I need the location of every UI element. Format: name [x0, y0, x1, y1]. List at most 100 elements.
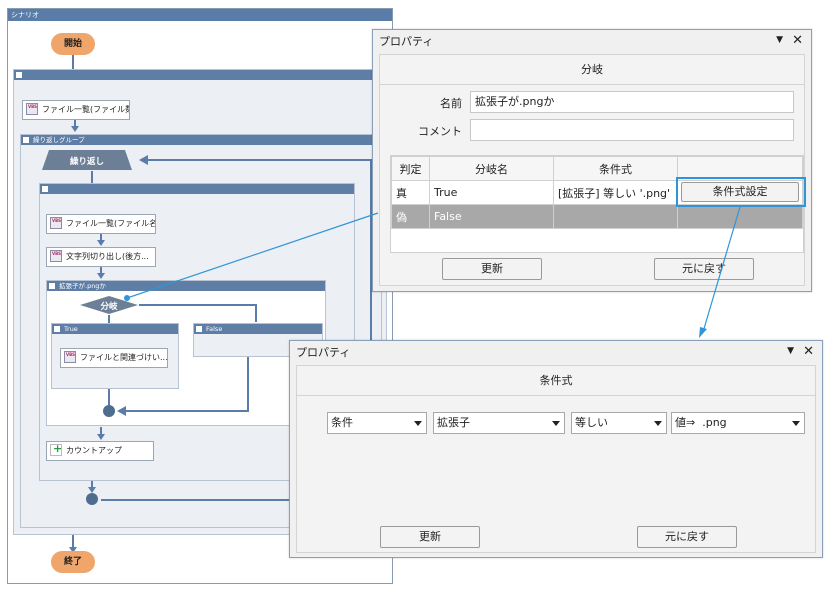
update-button[interactable]: 更新	[442, 258, 542, 280]
window-body: 条件式 条件 拡張子 等しい 値⇒ .png 更新 元に戻す	[296, 365, 816, 553]
connector	[108, 315, 110, 323]
branch-node[interactable]: 分岐	[79, 295, 139, 315]
connector	[91, 171, 93, 183]
cell-action	[677, 204, 803, 229]
collapse-checkbox[interactable]	[196, 326, 202, 332]
action-label: カウントアップ	[66, 446, 122, 455]
condition-settings-button[interactable]: 条件式設定	[681, 182, 799, 202]
arrow-left-icon	[139, 155, 148, 165]
name-input[interactable]: 拡張子が.pngか	[470, 91, 794, 113]
cell-cond: [拡張子] 等しい '.png'	[553, 180, 678, 205]
vbs-icon: VBS	[50, 249, 62, 262]
value-prefix: 値⇒	[675, 416, 696, 429]
arrow-head-icon	[699, 327, 707, 338]
revert-button[interactable]: 元に戻す	[637, 526, 737, 548]
col-name[interactable]: 分岐名	[429, 156, 554, 181]
false-branch-header: False	[194, 324, 322, 334]
loop-back-line	[147, 159, 371, 161]
col-cond[interactable]: 条件式	[553, 156, 678, 181]
panel-title: 分岐	[380, 55, 804, 85]
branch-group-label: 拡張子が.pngか	[59, 282, 106, 290]
merge-point	[103, 405, 115, 417]
collapse-checkbox[interactable]	[16, 72, 22, 78]
action-file-list-name[interactable]: VBS ファイル一覧(ファイル名...	[46, 214, 156, 234]
vbs-icon: VBS	[50, 216, 62, 229]
loop-group-header: 繰り返しグループ	[21, 135, 381, 145]
collapse-checkbox[interactable]	[49, 283, 55, 289]
col-judge[interactable]: 判定	[391, 156, 430, 181]
collapse-checkbox[interactable]	[54, 326, 60, 332]
arrow-down	[97, 240, 105, 246]
outer-group-header	[14, 70, 386, 80]
loop-node[interactable]: 繰り返し	[41, 149, 133, 171]
end-node[interactable]: 終了	[51, 551, 95, 573]
true-branch[interactable]: True VBS ファイルと関連づけい...	[51, 323, 179, 389]
revert-button[interactable]: 元に戻す	[654, 258, 754, 280]
action-substring[interactable]: VBS 文字列切り出し(後方...	[46, 247, 156, 267]
plus-icon: +	[50, 443, 62, 456]
panel-title: 条件式	[297, 366, 815, 396]
chevron-down-icon	[414, 421, 422, 426]
collapse-checkbox[interactable]	[42, 186, 48, 192]
window-body: 分岐 名前 拡張子が.pngか コメント 判定 分岐名 条件式 真 True […	[379, 54, 806, 286]
branch-line	[255, 304, 257, 322]
operator-select[interactable]: 等しい	[571, 412, 667, 434]
action-label: ファイルと関連づけい...	[80, 353, 168, 362]
scenario-title: シナリオ	[8, 9, 392, 21]
window-title: プロパティ	[373, 30, 811, 54]
chevron-down-icon	[792, 421, 800, 426]
loop-end-point	[86, 493, 98, 505]
condition-type-select[interactable]: 条件	[327, 412, 427, 434]
arrow-down	[97, 273, 105, 279]
variable-select[interactable]: 拡張子	[433, 412, 565, 434]
dropdown-icon[interactable]: ▼	[787, 346, 794, 356]
action-file-list-count[interactable]: VBS ファイル一覧(ファイル数...	[22, 100, 130, 120]
close-icon[interactable]: ✕	[803, 344, 814, 359]
arrow-left-icon	[117, 406, 126, 416]
update-button[interactable]: 更新	[380, 526, 480, 548]
select-value: .png	[702, 416, 727, 429]
branch-label: 分岐	[100, 301, 118, 312]
chevron-down-icon	[654, 421, 662, 426]
true-label: True	[64, 325, 78, 333]
cell-name: True	[429, 180, 554, 205]
cell-name: False	[429, 204, 554, 229]
window-title: プロパティ	[290, 341, 822, 365]
true-branch-header: True	[52, 324, 178, 334]
action-label: ファイル一覧(ファイル名...	[66, 219, 156, 228]
property-window-condition[interactable]: プロパティ ▼ ✕ 条件式 条件 拡張子 等しい 値⇒ .png 更新 元に戻す	[289, 340, 823, 558]
name-label: 名前	[440, 97, 462, 110]
branch-group[interactable]: 拡張子が.pngか 分岐 True VBS ファイルと関連づけい... Fals…	[46, 280, 326, 426]
connector	[247, 357, 249, 412]
merge-line	[119, 410, 249, 412]
comment-input[interactable]	[470, 119, 794, 141]
collapse-checkbox[interactable]	[23, 137, 29, 143]
property-window-branch[interactable]: プロパティ ▼ ✕ 分岐 名前 拡張子が.pngか コメント 判定 分岐名 条件…	[372, 29, 812, 292]
close-icon[interactable]: ✕	[792, 33, 803, 48]
branch-line	[139, 304, 257, 306]
table-row-selected[interactable]: 偽 False	[391, 204, 803, 229]
branch-group-header: 拡張子が.pngか	[47, 281, 325, 291]
arrow-down	[71, 126, 79, 132]
dropdown-icon[interactable]: ▼	[776, 35, 783, 45]
start-node[interactable]: 開始	[51, 33, 95, 55]
action-file-assoc[interactable]: VBS ファイルと関連づけい...	[60, 348, 168, 368]
value-select[interactable]: 値⇒ .png	[671, 412, 805, 434]
cell-judge: 偽	[391, 204, 430, 229]
comment-label: コメント	[418, 125, 462, 138]
vbs-icon: VBS	[26, 102, 38, 115]
false-label: False	[206, 325, 223, 333]
cell-judge: 真	[391, 180, 430, 205]
select-value: 条件	[331, 416, 353, 429]
loop-label: 繰り返し	[70, 156, 104, 167]
vbs-icon: VBS	[64, 350, 76, 363]
select-value: 拡張子	[437, 416, 470, 429]
inner-group-header	[40, 184, 354, 194]
action-label: ファイル一覧(ファイル数...	[42, 105, 129, 114]
select-value: 等しい	[575, 416, 608, 429]
action-label: 文字列切り出し(後方...	[66, 252, 149, 261]
chevron-down-icon	[552, 421, 560, 426]
arrow-down	[97, 434, 105, 440]
cell-cond	[553, 204, 678, 229]
action-count-up[interactable]: + カウントアップ	[46, 441, 154, 461]
